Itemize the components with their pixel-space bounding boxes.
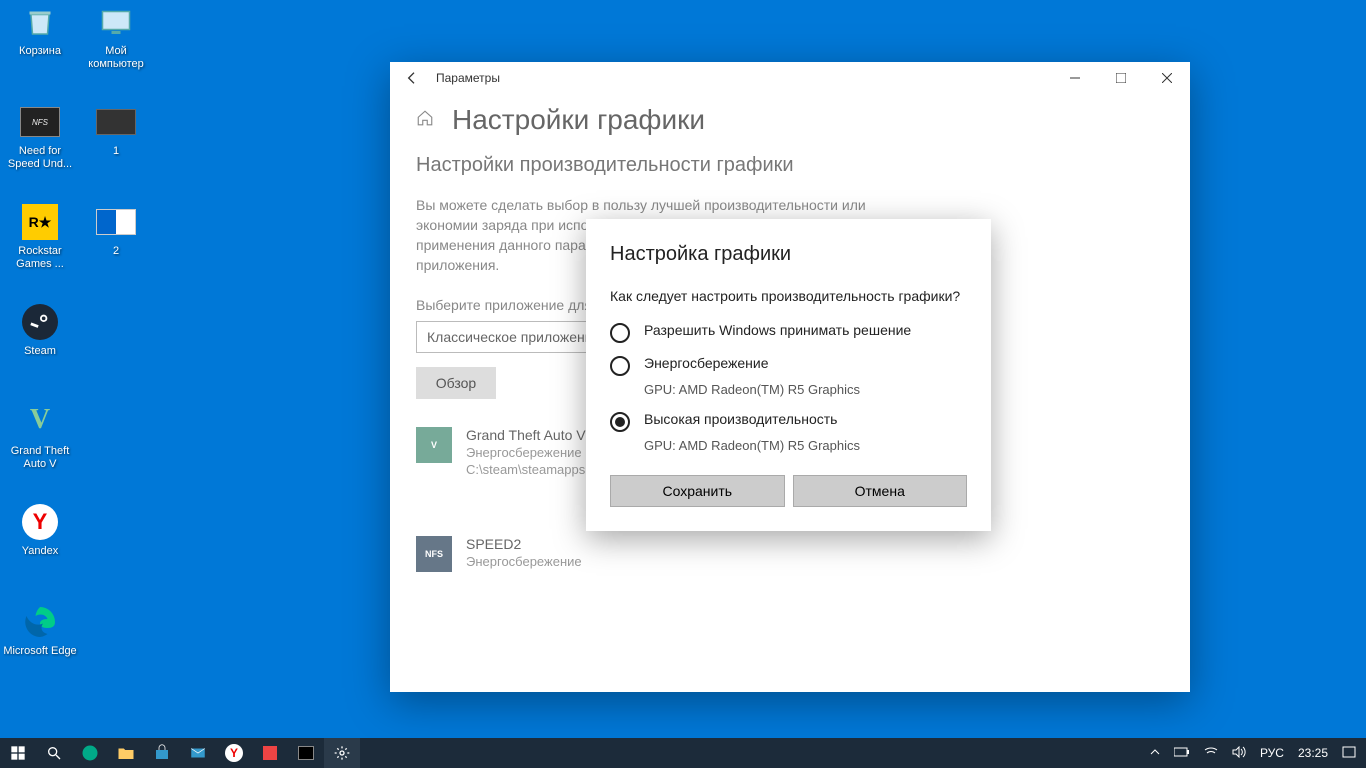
desktop-icon-rockstar[interactable]: R★ Rockstar Games ... (2, 202, 78, 271)
taskbar-cmd[interactable] (288, 738, 324, 768)
radio-option-high-performance[interactable]: Высокая производительность (610, 411, 967, 432)
desktop-icon-folder1[interactable]: 1 (78, 102, 154, 158)
section-title: Настройки производительности графики (416, 154, 1164, 177)
maximize-button[interactable] (1098, 62, 1144, 94)
dialog-question: Как следует настроить производительность… (610, 288, 967, 304)
gpu-label: GPU: AMD Radeon(TM) R5 Graphics (644, 438, 967, 453)
image-icon (96, 202, 136, 242)
gtav-icon: V (20, 402, 60, 442)
cancel-button[interactable]: Отмена (793, 475, 968, 507)
taskbar-store[interactable] (144, 738, 180, 768)
browse-button[interactable]: Обзор (416, 367, 496, 399)
desktop-icon-folder2[interactable]: 2 (78, 202, 154, 258)
close-button[interactable] (1144, 62, 1190, 94)
taskbar-explorer[interactable] (108, 738, 144, 768)
yandex-icon: Y (20, 502, 60, 542)
graphics-dialog: Настройка графики Как следует настроить … (586, 219, 991, 531)
nfs-icon: NFS (20, 102, 60, 142)
clock[interactable]: 23:25 (1298, 746, 1328, 760)
gtav-app-icon: V (416, 427, 452, 463)
radio-icon (610, 323, 630, 343)
gpu-label: GPU: AMD Radeon(TM) R5 Graphics (644, 382, 967, 397)
desktop-icon-gtav[interactable]: V Grand Theft Auto V (2, 402, 78, 471)
taskbar-edge[interactable] (72, 738, 108, 768)
home-icon[interactable] (416, 109, 434, 132)
minimize-button[interactable] (1052, 62, 1098, 94)
desktop-icon-yandex[interactable]: Y Yandex (2, 502, 78, 558)
edge-icon (20, 602, 60, 642)
radio-option-windows-decide[interactable]: Разрешить Windows принимать решение (610, 322, 967, 343)
rockstar-icon: R★ (20, 202, 60, 242)
desktop-icon-edge[interactable]: Microsoft Edge (2, 602, 78, 658)
volume-icon[interactable] (1232, 746, 1246, 761)
notifications-icon[interactable] (1342, 746, 1356, 761)
titlebar: Параметры (390, 62, 1190, 94)
taskbar-yandex[interactable]: Y (216, 738, 252, 768)
start-button[interactable] (0, 738, 36, 768)
back-button[interactable] (398, 64, 426, 92)
system-tray: РУС 23:25 (1150, 746, 1366, 761)
desktop-icon-steam[interactable]: Steam (2, 302, 78, 358)
taskbar-settings[interactable] (324, 738, 360, 768)
window-title: Параметры (436, 71, 500, 85)
steam-icon (20, 302, 60, 342)
taskbar: Y РУС 23:25 (0, 738, 1366, 768)
wifi-icon[interactable] (1204, 746, 1218, 761)
radio-icon (610, 412, 630, 432)
tray-chevron-up-icon[interactable] (1150, 746, 1160, 760)
radio-option-power-saving[interactable]: Энергосбережение (610, 355, 967, 376)
save-button[interactable]: Сохранить (610, 475, 785, 507)
dialog-title: Настройка графики (610, 243, 967, 266)
computer-icon (96, 2, 136, 42)
language-indicator[interactable]: РУС (1260, 746, 1284, 760)
search-button[interactable] (36, 738, 72, 768)
desktop-icon-my-computer[interactable]: Мой компьютер (78, 2, 154, 71)
page-title: Настройки графики (452, 104, 705, 136)
taskbar-mail[interactable] (180, 738, 216, 768)
taskbar-app1[interactable] (252, 738, 288, 768)
desktop-icon-nfs[interactable]: NFS Need for Speed Und... (2, 102, 78, 171)
radio-icon (610, 356, 630, 376)
desktop-icon-recycle[interactable]: Корзина (2, 2, 78, 58)
nfs-app-icon: NFS (416, 536, 452, 572)
folder-icon (96, 102, 136, 142)
app-row-speed2[interactable]: NFS SPEED2 Энергосбережение (416, 536, 1164, 572)
battery-icon[interactable] (1174, 746, 1190, 760)
recycle-bin-icon (20, 2, 60, 42)
